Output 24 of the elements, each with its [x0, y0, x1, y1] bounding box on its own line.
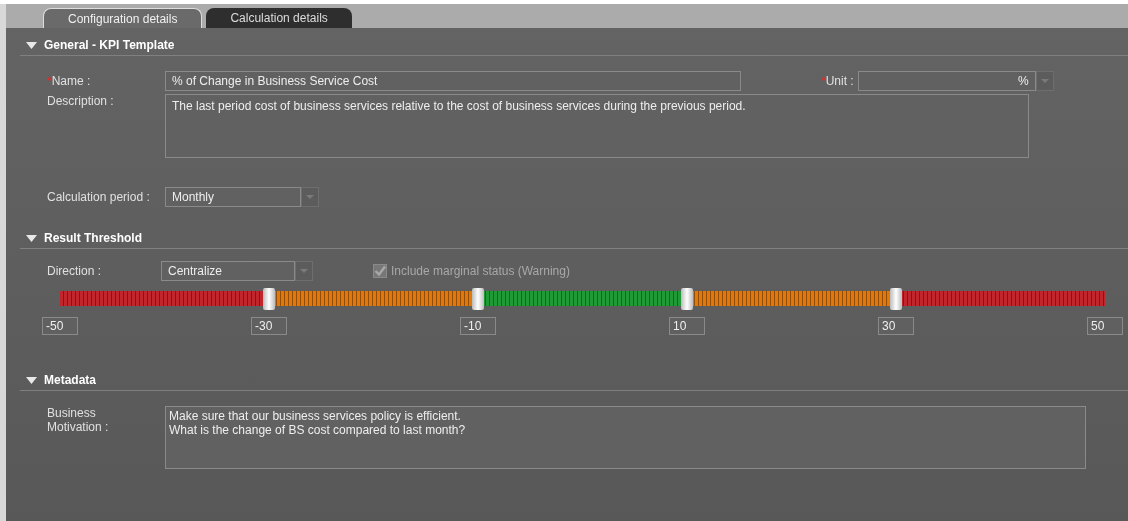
- threshold-value-field[interactable]: 30: [878, 317, 914, 335]
- field-label: Business Motivation :: [47, 406, 110, 434]
- field-label: Calculation period :: [47, 190, 151, 204]
- field-label: *Name :: [47, 74, 92, 88]
- threshold-value-field[interactable]: 50: [1087, 317, 1123, 335]
- field-label: *Unit :: [821, 74, 854, 88]
- threshold-value-field[interactable]: -10: [460, 317, 496, 335]
- period-select[interactable]: Monthly: [165, 187, 301, 207]
- motivation-field[interactable]: Make sure that our business services policy is efficient. What is the change of BS cost compared to last month?: [165, 406, 1086, 469]
- field-label: Description :: [47, 94, 115, 108]
- unit-field[interactable]: %: [857, 71, 1036, 91]
- threshold-value-field[interactable]: -30: [251, 317, 287, 335]
- field-label: Direction :: [47, 264, 103, 278]
- tab[interactable]: Configuration details: [43, 8, 203, 28]
- section-title: Result Threshold: [44, 231, 142, 245]
- description-field[interactable]: The last period cost of business services relative to the cost of business services during the previous period.: [165, 94, 1029, 158]
- section-title: General - KPI Template: [44, 38, 175, 52]
- threshold-value-field[interactable]: 10: [669, 317, 705, 335]
- tab[interactable]: Calculation details: [206, 8, 352, 28]
- direction-select[interactable]: Centralize: [161, 261, 295, 281]
- section-title: Metadata: [44, 373, 96, 387]
- threshold-value-field[interactable]: -50: [42, 317, 78, 335]
- checkbox-label: Include marginal status (Warning): [391, 264, 570, 278]
- name-field[interactable]: % of Change in Business Service Cost: [165, 71, 741, 91]
